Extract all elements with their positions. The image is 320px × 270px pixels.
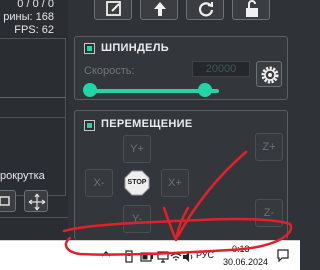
move-panel: ПЕРЕМЕЩЕНИЕ Y+ X- X+ Y- Z+ Z- STOP [74, 110, 288, 240]
coordinates-readout: 0 / 0 / 0 [17, 0, 54, 10]
arrow-up-icon [154, 2, 166, 16]
edit-button[interactable] [94, 0, 132, 20]
stop-button[interactable]: STOP [124, 170, 150, 196]
left-panel: 0 / 0 / 0 рины: 168 FPS: 62 рокрутка [0, 0, 68, 240]
usb-tray[interactable] [124, 250, 134, 269]
unlock-button[interactable] [232, 0, 270, 20]
spindle-panel: ШПИНДЕЛЬ Скорость: 20000 [74, 36, 288, 100]
clock-date[interactable]: 30.06.2024 [223, 257, 268, 267]
autoscroll-label: рокрутка [0, 170, 45, 182]
spindle-title: ШПИНДЕЛЬ [101, 42, 170, 54]
volume-tray[interactable] [182, 250, 194, 268]
move-arrows-icon [28, 193, 46, 211]
show-hidden-icons-button[interactable] [101, 249, 111, 262]
stop-label: STOP [127, 179, 147, 186]
speed-label: Скорость: [84, 65, 135, 77]
spindle-settings-button[interactable] [256, 61, 282, 87]
wifi-icon [170, 253, 182, 261]
lines-count: рины: 168 [3, 11, 54, 23]
taskbar: РУС 0:13 30.06.2024 [0, 240, 300, 270]
notification-icon [277, 249, 289, 263]
jog-z-plus-button[interactable]: Z+ [255, 133, 283, 161]
upload-button[interactable] [140, 0, 178, 20]
language-indicator[interactable]: РУС [196, 250, 214, 260]
jog-x-minus-button[interactable]: X- [85, 169, 113, 197]
usb-icon [125, 250, 133, 263]
battery-icon [140, 252, 153, 262]
frame-icon [0, 196, 10, 206]
edit-icon [106, 1, 121, 16]
speed-slider-min-handle[interactable] [83, 83, 97, 97]
fit-view-button[interactable] [0, 190, 16, 212]
gear-icon [261, 66, 279, 84]
battery-tray[interactable] [140, 250, 154, 268]
speed-input[interactable]: 20000 [192, 61, 250, 77]
jog-z-minus-button[interactable]: Z- [255, 199, 283, 227]
move-title: ПЕРЕМЕЩЕНИЕ [101, 118, 193, 130]
display-icon [157, 251, 169, 263]
speed-slider-handle[interactable] [197, 83, 212, 97]
speaker-icon [183, 252, 193, 262]
jog-x-plus-button[interactable]: X+ [161, 169, 189, 197]
refresh-button[interactable] [186, 0, 224, 20]
move-checkbox[interactable] [84, 120, 95, 131]
chevron-up-icon [101, 251, 111, 257]
clock-time[interactable]: 0:13 [232, 244, 250, 254]
fps-readout: FPS: 62 [14, 24, 54, 36]
wifi-tray[interactable] [170, 250, 182, 268]
refresh-icon [198, 2, 214, 17]
notifications-button[interactable] [276, 248, 290, 267]
display-tray[interactable] [157, 250, 169, 268]
jog-y-minus-button[interactable]: Y- [123, 205, 151, 233]
jog-y-plus-button[interactable]: Y+ [123, 135, 151, 163]
spindle-checkbox[interactable] [84, 43, 95, 54]
center-view-button[interactable] [24, 190, 48, 212]
unlock-icon [246, 0, 258, 17]
